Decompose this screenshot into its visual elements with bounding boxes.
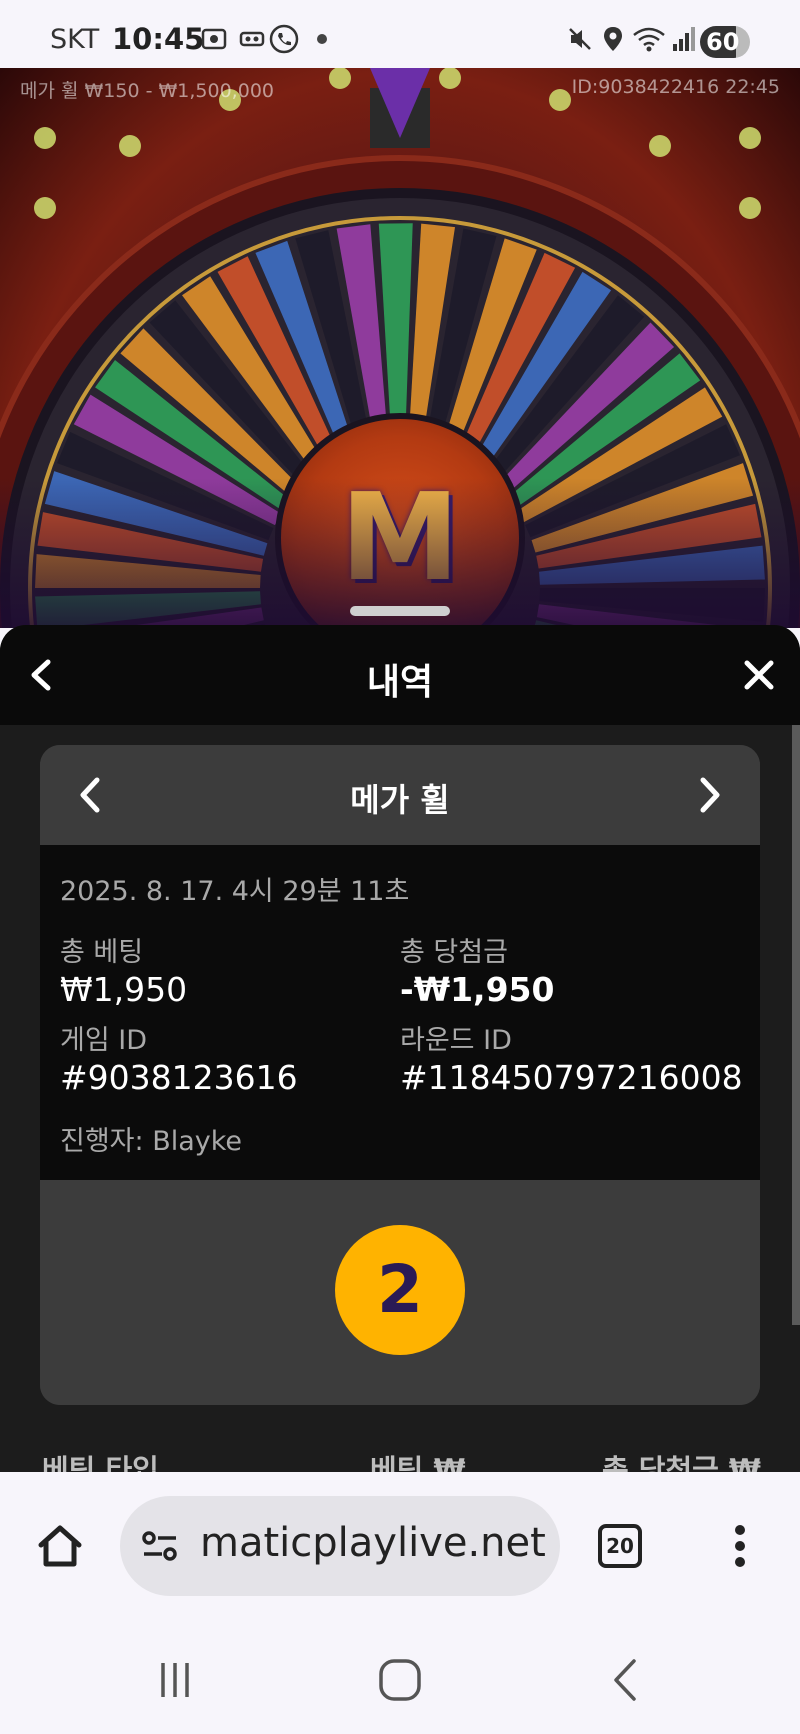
table-limits-label: 메가 휠 ₩150 - ₩1,500,000	[20, 80, 274, 102]
total-win-value: -₩1,950	[400, 970, 555, 1009]
result-ball: 2	[335, 1225, 465, 1355]
round-details: 2025. 8. 17. 4시 29분 11초 총 베팅 총 당첨금 ₩1,95…	[40, 845, 760, 1180]
home-icon	[38, 1525, 82, 1567]
recent-apps-icon	[161, 1663, 189, 1697]
status-bar: SKT 10:45 60	[0, 0, 800, 68]
battery-indicator: 60	[700, 26, 750, 58]
panel-header: 내역	[0, 625, 800, 725]
back-nav-button[interactable]	[595, 1650, 655, 1710]
dealer-name: 진행자: Blayke	[60, 1126, 243, 1157]
carrier-label: SKT	[50, 24, 100, 55]
recent-apps-button[interactable]	[145, 1650, 205, 1710]
browser-toolbar: maticplaylive.net 20	[0, 1472, 800, 1622]
more-vertical-icon	[735, 1525, 745, 1567]
total-bet-label: 총 베팅	[60, 937, 144, 968]
home-nav-icon	[379, 1659, 421, 1701]
column-bet-amount: 베팅 ₩	[370, 1453, 466, 1472]
next-round-button[interactable]	[685, 770, 735, 820]
bet-table-header: 베팅 타입 베팅 ₩ 총 당첨금 ₩	[0, 1447, 800, 1472]
column-bet-type: 베팅 타입	[42, 1453, 159, 1472]
call-icon	[268, 24, 300, 54]
chevron-right-icon	[700, 777, 720, 813]
panel-drag-handle[interactable]	[350, 606, 450, 616]
signal-icon	[672, 24, 696, 54]
tab-switcher-button[interactable]: 20	[598, 1524, 642, 1568]
dot-icon	[316, 24, 328, 54]
card-header: 메가 휠	[40, 745, 760, 845]
back-nav-icon	[614, 1659, 636, 1701]
game-id-value: #9038123616	[60, 1058, 298, 1097]
history-card: 메가 휠 2025. 8. 17. 4시 29분 11초 총 베팅 총 당첨금 …	[40, 745, 760, 1405]
column-total-win: 총 당첨금 ₩	[602, 1453, 761, 1472]
home-button[interactable]	[30, 1516, 90, 1576]
home-nav-button[interactable]	[370, 1650, 430, 1710]
round-date: 2025. 8. 17. 4시 29분 11초	[60, 876, 410, 907]
address-bar[interactable]: maticplaylive.net	[120, 1496, 560, 1596]
game-name: 메가 휠	[350, 781, 450, 819]
game-id-time-label: ID:9038422416 22:45	[571, 76, 780, 98]
url-text: maticplaylive.net	[200, 1520, 546, 1566]
clock: 10:45	[112, 22, 205, 56]
wheel-pointer	[370, 68, 430, 148]
wifi-icon	[632, 24, 666, 54]
mute-icon	[566, 24, 594, 54]
game-view[interactable]: M 메가 휠 ₩150 - ₩1,500,000 ID:9038422416 2…	[0, 68, 800, 628]
close-button[interactable]	[734, 650, 784, 700]
voicemail-icon	[238, 24, 266, 54]
panel-title: 내역	[366, 662, 434, 703]
game-id-label: 게임 ID	[60, 1025, 148, 1056]
close-icon	[744, 660, 774, 690]
menu-button[interactable]	[710, 1516, 770, 1576]
system-nav-bar	[0, 1622, 800, 1734]
history-panel: 내역 메가 휠 2025. 8. 17. 4시 29분 11초 총 베팅 총 당…	[0, 625, 800, 1472]
round-id-label: 라운드 ID	[400, 1025, 512, 1056]
result-area: 2	[40, 1180, 760, 1405]
total-win-label: 총 당첨금	[400, 937, 508, 968]
round-id-value: #118450797216008	[400, 1058, 743, 1097]
site-settings-icon[interactable]	[140, 1526, 180, 1566]
screenshot-icon	[200, 24, 228, 54]
scrollbar[interactable]	[792, 725, 800, 1325]
location-icon	[600, 24, 626, 54]
total-bet-value: ₩1,950	[60, 970, 188, 1009]
